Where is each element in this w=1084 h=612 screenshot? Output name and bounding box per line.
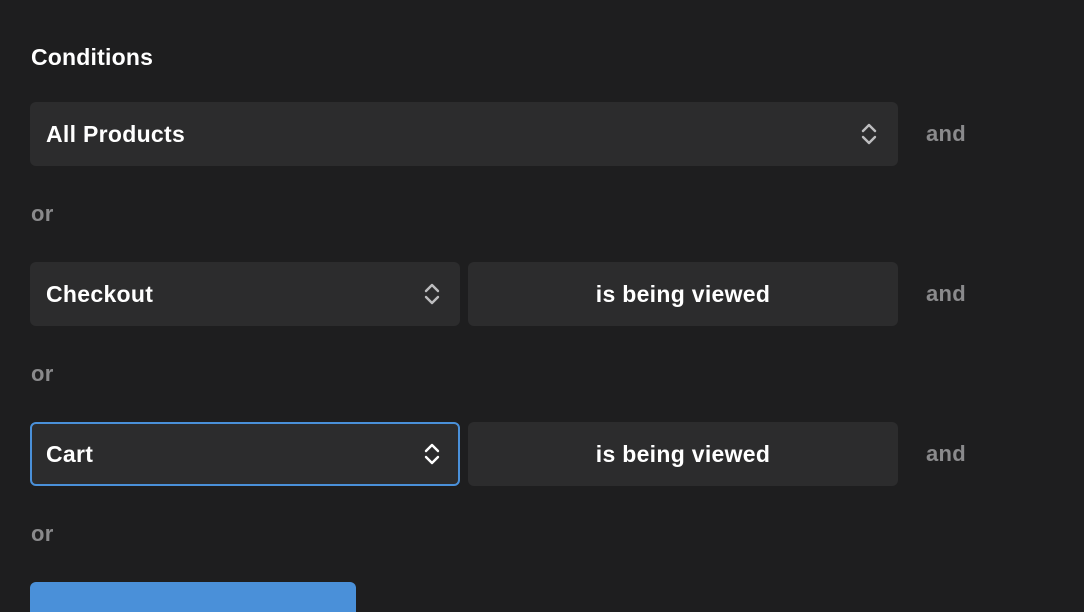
or-connector: or bbox=[31, 201, 54, 226]
condition-state-select[interactable]: is being viewed bbox=[468, 422, 898, 486]
condition-select-checkout[interactable]: Checkout bbox=[30, 262, 460, 326]
select-value: Cart bbox=[46, 440, 94, 467]
and-connector[interactable]: and bbox=[926, 102, 966, 166]
chevron-up-down-icon bbox=[861, 123, 877, 145]
select-value: All Products bbox=[46, 120, 186, 147]
condition-row: Checkout is being viewed and bbox=[30, 262, 1070, 326]
conditions-panel: Conditions All Products and or Checkout … bbox=[0, 0, 1084, 612]
condition-state-select[interactable]: is being viewed bbox=[468, 262, 898, 326]
and-connector[interactable]: and bbox=[926, 262, 966, 326]
or-connector: or bbox=[31, 521, 54, 546]
chevron-up-down-icon bbox=[424, 283, 440, 305]
primary-action-button[interactable] bbox=[30, 582, 356, 612]
select-value: Checkout bbox=[46, 280, 154, 307]
condition-select-all-products[interactable]: All Products bbox=[30, 102, 898, 166]
condition-select-cart[interactable]: Cart bbox=[30, 422, 460, 486]
or-connector: or bbox=[31, 361, 54, 386]
condition-row: All Products and bbox=[30, 102, 1070, 166]
and-connector[interactable]: and bbox=[926, 422, 966, 486]
chevron-up-down-icon bbox=[424, 443, 440, 465]
condition-row: Cart is being viewed and bbox=[30, 422, 1070, 486]
section-title: Conditions bbox=[31, 44, 154, 70]
